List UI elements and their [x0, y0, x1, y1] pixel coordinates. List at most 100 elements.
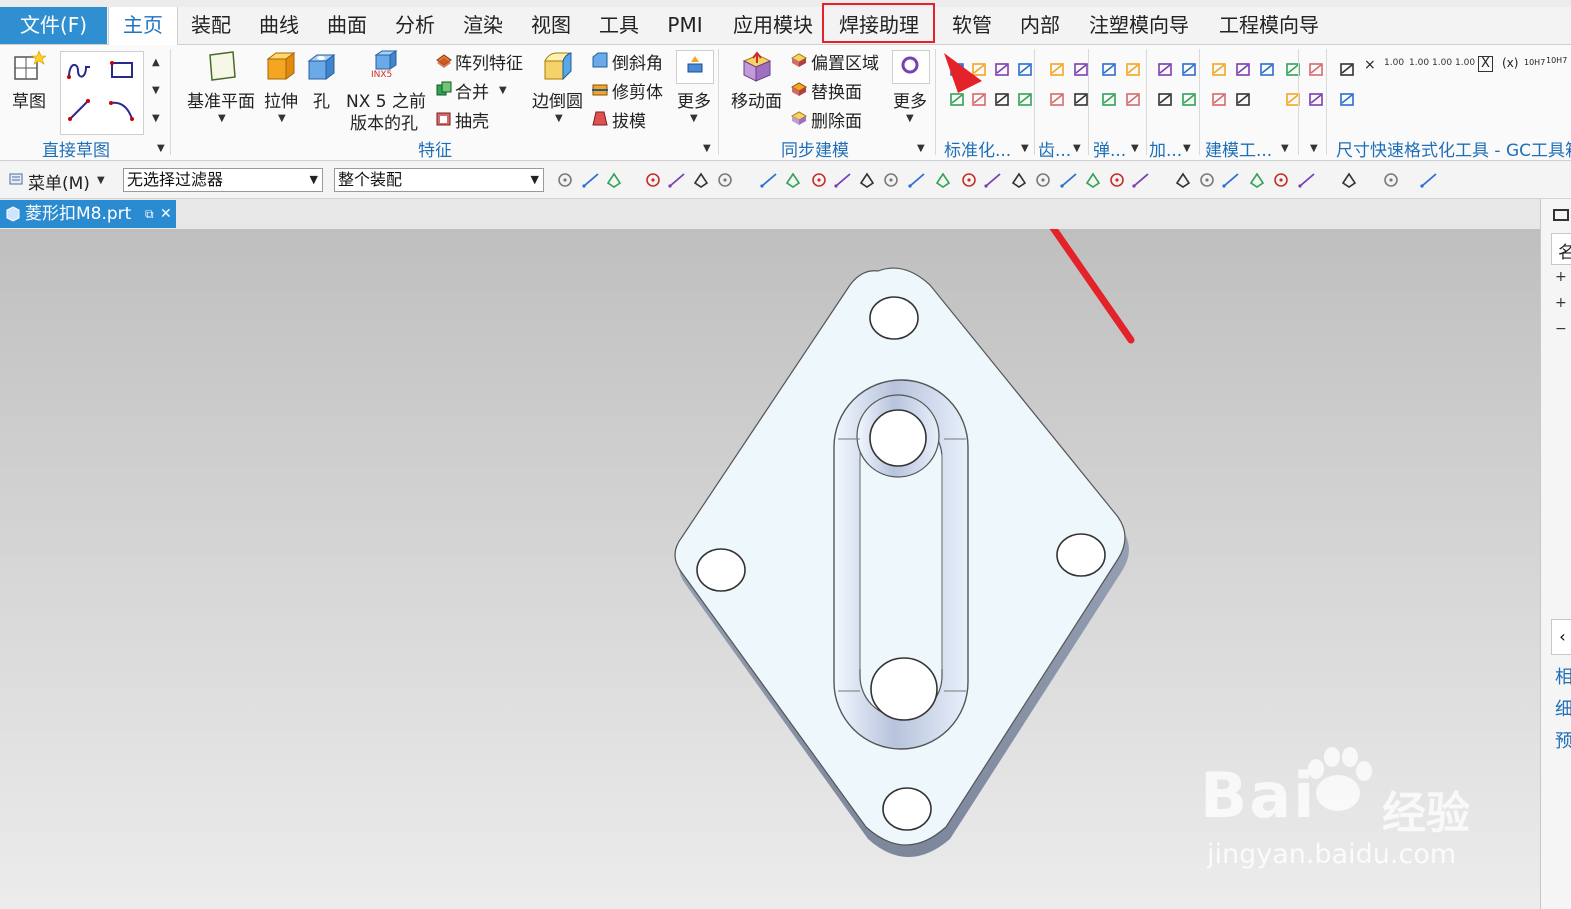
chamfer-icon[interactable] — [592, 52, 608, 68]
arc-icon[interactable] — [108, 97, 136, 123]
extrude-dropdown-icon[interactable]: ▼ — [278, 113, 286, 124]
snap-tool-icon[interactable] — [1034, 171, 1052, 189]
gallery-up-icon[interactable]: ▲ — [152, 57, 160, 68]
ribbon-tool-icon[interactable] — [1307, 60, 1325, 78]
dim-tool-button[interactable]: X — [1478, 56, 1493, 72]
sync-more-dropdown-icon[interactable]: ▼ — [906, 113, 914, 124]
panel-label[interactable]: 相 — [1555, 663, 1571, 689]
delete-face-button[interactable]: 删除面 — [811, 107, 862, 132]
ribbon-tool-icon[interactable] — [1156, 90, 1174, 108]
dim-tool-button[interactable]: × — [1364, 57, 1376, 73]
ribbon-tool-icon[interactable] — [1234, 90, 1252, 108]
dim-tool-button[interactable]: 1.00 — [1384, 58, 1404, 68]
sketch-button[interactable]: 草图 — [12, 87, 46, 112]
dim-tool-button[interactable]: 1.00 — [1455, 58, 1475, 68]
snap-tool-icon[interactable] — [692, 171, 710, 189]
more-sync-icon[interactable] — [900, 55, 920, 75]
dim-tool-button[interactable]: 10H7 — [1546, 56, 1567, 65]
shell-icon[interactable] — [436, 110, 452, 126]
sync-more-button[interactable]: 更多 — [893, 87, 927, 112]
snap-tool-icon[interactable] — [882, 171, 900, 189]
tab-home[interactable]: 主页 — [108, 7, 178, 45]
dim-tool-button[interactable]: (x) — [1502, 56, 1518, 70]
snap-tool-icon[interactable] — [1132, 171, 1150, 189]
dim-tool-button[interactable]: 10H7 — [1524, 58, 1545, 67]
tab-tools[interactable]: 工具 — [590, 7, 648, 44]
snap-tool-icon[interactable] — [1108, 171, 1126, 189]
snap-tool-icon[interactable] — [1174, 171, 1192, 189]
snap-tool-icon[interactable] — [556, 171, 574, 189]
ribbon-tool-icon[interactable] — [1124, 60, 1142, 78]
feature-more-button[interactable]: 更多 — [677, 87, 711, 112]
edge-blend-icon[interactable] — [541, 49, 575, 83]
float-tab-icon[interactable]: ⧉ — [145, 200, 154, 228]
extrude-icon[interactable] — [264, 49, 298, 83]
ribbon-tool-icon[interactable] — [1258, 60, 1276, 78]
snap-tool-icon[interactable] — [934, 171, 952, 189]
ribbon-tool-icon[interactable] — [1156, 60, 1174, 78]
snap-tool-icon[interactable] — [1198, 171, 1216, 189]
offset-region-button[interactable]: 偏置区域 — [811, 49, 879, 74]
line-icon[interactable] — [66, 97, 94, 123]
group-menu-icon[interactable]: ▼ — [1131, 143, 1139, 154]
gallery-down-icon[interactable]: ▼ — [152, 85, 160, 96]
snap-tool-icon[interactable] — [582, 171, 600, 189]
shell-button[interactable]: 抽壳 — [455, 107, 489, 132]
ribbon-tool-icon[interactable] — [1284, 90, 1302, 108]
tab-surface[interactable]: 曲面 — [318, 7, 376, 44]
snap-tool-icon[interactable] — [716, 171, 734, 189]
snap-tool-icon[interactable] — [1382, 171, 1400, 189]
expand-icon[interactable]: + — [1555, 295, 1567, 311]
menu-dropdown-icon[interactable]: ▼ — [97, 175, 105, 186]
ribbon-tool-icon[interactable] — [1210, 90, 1228, 108]
snap-tool-icon[interactable] — [1272, 171, 1290, 189]
tab-hose[interactable]: 软管 — [942, 7, 1002, 44]
replace-face-icon[interactable] — [791, 81, 807, 97]
delete-face-icon[interactable] — [791, 110, 807, 126]
group-menu-icon[interactable]: ▼ — [1021, 143, 1029, 154]
edge-blend-dropdown-icon[interactable]: ▼ — [555, 113, 563, 124]
ribbon-tool-icon[interactable] — [1048, 90, 1066, 108]
snap-tool-icon[interactable] — [1340, 171, 1358, 189]
snap-tool-icon[interactable] — [1084, 171, 1102, 189]
group-menu-icon[interactable]: ▼ — [703, 143, 711, 154]
extrude-button[interactable]: 拉伸 — [264, 87, 298, 112]
snap-tool-icon[interactable] — [834, 171, 852, 189]
snap-tool-icon[interactable] — [668, 171, 686, 189]
tab-curve[interactable]: 曲线 — [250, 7, 308, 44]
group-menu-icon[interactable]: ▼ — [917, 143, 925, 154]
collapse-icon[interactable]: − — [1555, 321, 1567, 337]
snap-tool-icon[interactable] — [760, 171, 778, 189]
menu-button[interactable]: 菜单(M) — [28, 169, 90, 194]
selection-scope-select[interactable]: 整个装配 ▼ — [334, 168, 544, 192]
group-menu-icon[interactable]: ▼ — [1073, 143, 1081, 154]
dim-tool-button[interactable]: 1.00 — [1432, 58, 1452, 68]
draft-icon[interactable] — [592, 110, 608, 126]
trim-body-button[interactable]: 修剪体 — [612, 78, 663, 103]
ribbon-tool-icon[interactable] — [1100, 90, 1118, 108]
ribbon-tool-icon[interactable] — [1180, 60, 1198, 78]
move-face-icon[interactable] — [740, 49, 774, 83]
tab-analysis[interactable]: 分析 — [386, 7, 444, 44]
profile-curve-icon[interactable] — [66, 57, 94, 83]
graphics-viewport[interactable]: Bai 经验 jingyan.baidu.com — [0, 53, 1540, 909]
dim-tool-button[interactable]: 1.00 — [1409, 58, 1429, 68]
pattern-feature-icon[interactable] — [436, 52, 452, 68]
ribbon-tool-icon[interactable] — [1338, 90, 1356, 108]
snap-tool-icon[interactable] — [605, 171, 623, 189]
chamfer-button[interactable]: 倒斜角 — [612, 49, 663, 74]
snap-tool-icon[interactable] — [1060, 171, 1078, 189]
panel-window-icon[interactable] — [1553, 209, 1569, 221]
ribbon-tool-icon[interactable] — [1284, 60, 1302, 78]
document-tab[interactable]: 菱形扣M8.prt ⧉ ✕ — [0, 200, 176, 228]
ribbon-tool-icon[interactable] — [1307, 90, 1325, 108]
feature-more-dropdown-icon[interactable]: ▼ — [690, 113, 698, 124]
group-menu-icon[interactable]: ▼ — [1183, 143, 1191, 154]
ribbon-tool-icon[interactable] — [1124, 90, 1142, 108]
replace-face-button[interactable]: 替换面 — [811, 78, 862, 103]
edge-blend-button[interactable]: 边倒圆 — [532, 87, 583, 112]
snap-tool-icon[interactable] — [1222, 171, 1240, 189]
datum-plane-button[interactable]: 基准平面 — [187, 87, 255, 112]
snap-tool-icon[interactable] — [908, 171, 926, 189]
ribbon-tool-icon[interactable] — [1234, 60, 1252, 78]
